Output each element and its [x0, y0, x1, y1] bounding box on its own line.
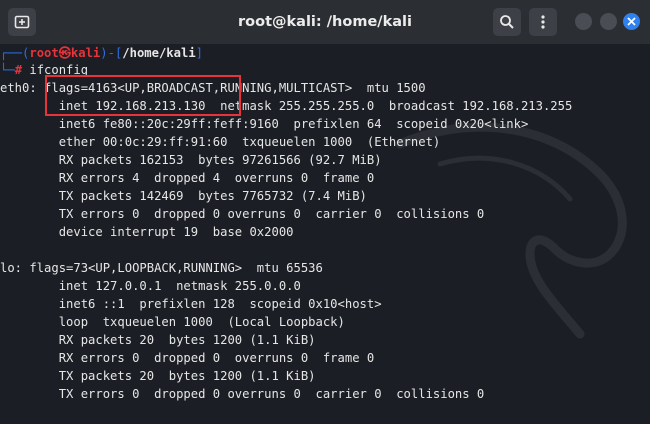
terminal-output-area[interactable]: ┌──(root㉿kali)-[/home/kali] └─# ifconfig… [0, 44, 650, 424]
output-line: TX errors 0 dropped 0 overruns 0 carrier… [0, 387, 485, 401]
highlight-annotation-box [45, 75, 241, 116]
output-line: lo: flags=73<UP,LOOPBACK,RUNNING> mtu 65… [0, 261, 323, 275]
prompt-hash: # [14, 63, 23, 77]
close-button[interactable] [623, 13, 640, 30]
output-line: RX errors 0 dropped 0 overruns 0 frame 0 [0, 351, 375, 365]
output-line: loop txqueuelen 1000 (Local Loopback) [0, 315, 345, 329]
output-line: ether 00:0c:29:ff:91:60 txqueuelen 1000 … [0, 135, 441, 149]
maximize-button[interactable] [600, 13, 617, 30]
prompt-line-top: ┌──(root㉿kali)-[/home/kali] [0, 44, 203, 62]
prompt-frame: ┌──( [0, 46, 30, 60]
output-line: RX packets 162153 bytes 97261566 (92.7 M… [0, 153, 382, 167]
output-line: inet6 fe80::20c:29ff:feff:9160 prefixlen… [0, 117, 529, 131]
output-line: RX packets 20 bytes 1200 (1.1 KiB) [0, 333, 316, 347]
output-line: device interrupt 19 base 0x2000 [0, 225, 294, 239]
search-button[interactable] [493, 8, 521, 36]
prompt-frame-close: ] [195, 46, 203, 60]
close-icon [627, 17, 636, 26]
prompt-frame-mid: )-[ [100, 46, 123, 60]
prompt-path: /home/kali [122, 46, 196, 60]
output-line: TX packets 142469 bytes 7765732 (7.4 MiB… [0, 189, 367, 203]
prompt-user: root [29, 46, 59, 60]
title-bar: root@kali: /home/kali [0, 0, 650, 44]
menu-dots-icon [541, 15, 545, 29]
search-icon [500, 15, 514, 29]
prompt-host: kali [70, 46, 101, 60]
prompt-frame-bottom: └─ [0, 63, 15, 77]
new-tab-icon [14, 15, 30, 29]
menu-button[interactable] [529, 8, 557, 36]
output-line: TX packets 20 bytes 1200 (1.1 KiB) [0, 369, 316, 383]
new-tab-button[interactable] [8, 8, 36, 36]
output-line: inet 127.0.0.1 netmask 255.0.0.0 [0, 279, 301, 293]
terminal-window: root@kali: /home/kali ┌──(root㉿kali)-[/h… [0, 0, 650, 424]
minimize-button[interactable] [575, 13, 592, 30]
output-line: inet6 ::1 prefixlen 128 scopeid 0x10<hos… [0, 297, 382, 311]
output-line: RX errors 4 dropped 4 overruns 0 frame 0 [0, 171, 375, 185]
prompt-at-symbol: ㉿ [58, 46, 71, 60]
output-line: TX errors 0 dropped 0 overruns 0 carrier… [0, 207, 485, 221]
